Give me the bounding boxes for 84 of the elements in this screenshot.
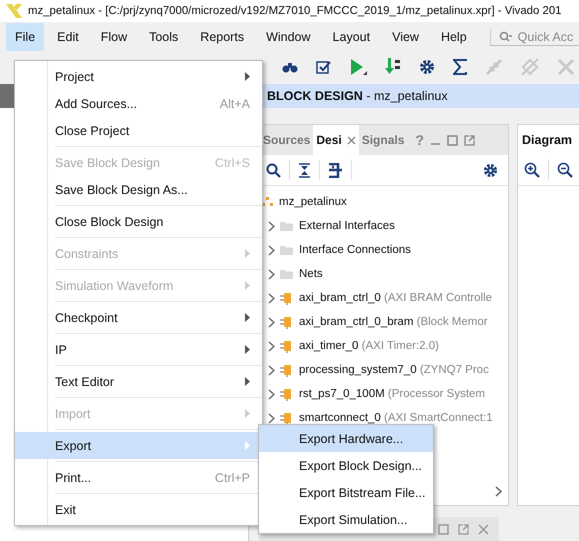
- collapse-all-icon[interactable]: [298, 162, 311, 178]
- menu-item[interactable]: Window: [257, 23, 320, 51]
- window-title: mz_petalinux - [C:/prj/zynq7000/microzed/v192/MZ7010_FMCCC_2019_1/mz_petalinux.xpr] - Vivado 201: [28, 5, 562, 17]
- scroll-right-icon[interactable]: [495, 486, 502, 497]
- submenu-arrow-icon: [245, 72, 250, 81]
- menu-item[interactable]: Save Block Design As...: [15, 176, 262, 203]
- menu-item[interactable]: Export Simulation...: [259, 506, 433, 533]
- menu-item[interactable]: Export Block Design...: [259, 452, 433, 479]
- submenu-arrow-icon: [245, 249, 250, 258]
- search-icon[interactable]: [266, 162, 281, 178]
- header-title: BLOCK DESIGN - mz_petalinux: [267, 89, 448, 103]
- menu-item[interactable]: Help: [432, 23, 476, 51]
- block-icon: [280, 412, 294, 424]
- tree-item[interactable]: mz_petalinux: [279, 196, 347, 208]
- menu-item[interactable]: Text Editor: [15, 368, 262, 395]
- menu-item[interactable]: Print... Ctrl+P: [15, 464, 262, 491]
- folder-icon: [280, 268, 294, 280]
- quick-access-field[interactable]: Quick Acc: [490, 28, 579, 46]
- menu-item[interactable]: Add Sources... Alt+A: [15, 90, 262, 117]
- folder-icon: [280, 244, 294, 256]
- menu-item[interactable]: IP: [15, 336, 262, 363]
- tree-item[interactable]: Nets: [299, 268, 323, 280]
- chevron-icon[interactable]: [268, 364, 275, 376]
- block-icon: [280, 340, 294, 352]
- menu-item[interactable]: View: [383, 23, 428, 51]
- menu-item[interactable]: Edit: [48, 23, 88, 51]
- menu-item[interactable]: Tools: [140, 23, 188, 51]
- zoom-out-icon[interactable]: [557, 162, 573, 178]
- submenu-arrow-icon: [245, 281, 250, 290]
- block-icon: [280, 364, 294, 376]
- chevron-icon[interactable]: [268, 412, 275, 424]
- block-icon: [280, 316, 294, 328]
- menu-item[interactable]: Project: [15, 63, 262, 90]
- play-icon[interactable]: [349, 58, 367, 76]
- search-icon: [498, 30, 513, 42]
- tree-item[interactable]: External Interfaces: [299, 220, 395, 232]
- checkbox-icon[interactable]: [316, 60, 331, 74]
- menu-item[interactable]: Checkpoint: [15, 304, 262, 331]
- chevron-icon[interactable]: [268, 292, 275, 304]
- chevron-icon[interactable]: [268, 340, 275, 352]
- menu-item[interactable]: Close Project: [15, 117, 262, 144]
- submenu-arrow-icon: [245, 313, 250, 322]
- chevron-icon[interactable]: [268, 316, 275, 328]
- menu-item[interactable]: Reports: [191, 23, 254, 51]
- chevron-icon[interactable]: [268, 388, 275, 400]
- tree-item[interactable]: processing_system7_0 (ZYNQ7 Proc: [299, 364, 489, 376]
- panel-tab[interactable]: Diagram: [522, 133, 572, 147]
- chevron-icon[interactable]: [268, 268, 275, 280]
- app-logo-icon: [6, 4, 22, 18]
- close-icon[interactable]: [346, 136, 356, 144]
- tree-item[interactable]: axi_timer_0 (AXI Timer:2.0): [299, 340, 439, 352]
- tree-item[interactable]: axi_bram_ctrl_0 (AXI BRAM Controlle: [299, 292, 492, 304]
- float-icon[interactable]: [464, 134, 475, 146]
- download-icon[interactable]: [385, 58, 401, 76]
- tree-item[interactable]: smartconnect_0 (AXI SmartConnect:1: [299, 412, 493, 424]
- panel-tab[interactable]: Signals: [358, 125, 408, 155]
- menu-item[interactable]: Close Block Design: [15, 208, 262, 235]
- chevron-icon[interactable]: [268, 220, 275, 232]
- panel-tab[interactable]: Sources: [260, 125, 314, 155]
- gear-icon[interactable]: [419, 59, 435, 75]
- menu-item[interactable]: Exit: [15, 496, 262, 523]
- sigma-icon[interactable]: [453, 59, 467, 75]
- menu-item[interactable]: Export Hardware...: [259, 425, 433, 452]
- submenu-arrow-icon: [245, 441, 250, 450]
- folder-icon: [280, 220, 294, 232]
- menu-item[interactable]: File: [6, 23, 44, 51]
- zoom-in-icon[interactable]: [524, 162, 540, 178]
- block-icon: [280, 292, 294, 304]
- gear-icon[interactable]: [483, 162, 498, 178]
- tree-item[interactable]: rst_ps7_0_100M (Processor System: [299, 388, 485, 400]
- submenu-arrow-icon: [245, 409, 250, 418]
- binoculars-icon[interactable]: [282, 61, 298, 73]
- hierarchy-icon[interactable]: [328, 162, 343, 178]
- submenu-arrow-icon: [245, 377, 250, 386]
- panel-tab[interactable]: Desi: [313, 125, 359, 155]
- tree-item[interactable]: Interface Connections: [299, 244, 411, 256]
- menu-item[interactable]: Layout: [324, 23, 380, 51]
- maximize-icon[interactable]: [446, 134, 458, 146]
- menu-item[interactable]: Export Bitstream File...: [259, 479, 433, 506]
- submenu-arrow-icon: [245, 345, 250, 354]
- chevron-icon[interactable]: [268, 244, 275, 256]
- block-icon: [280, 388, 294, 400]
- menu-item[interactable]: Flow: [92, 23, 136, 51]
- tree-item[interactable]: axi_bram_ctrl_0_bram (Block Memor: [299, 316, 488, 328]
